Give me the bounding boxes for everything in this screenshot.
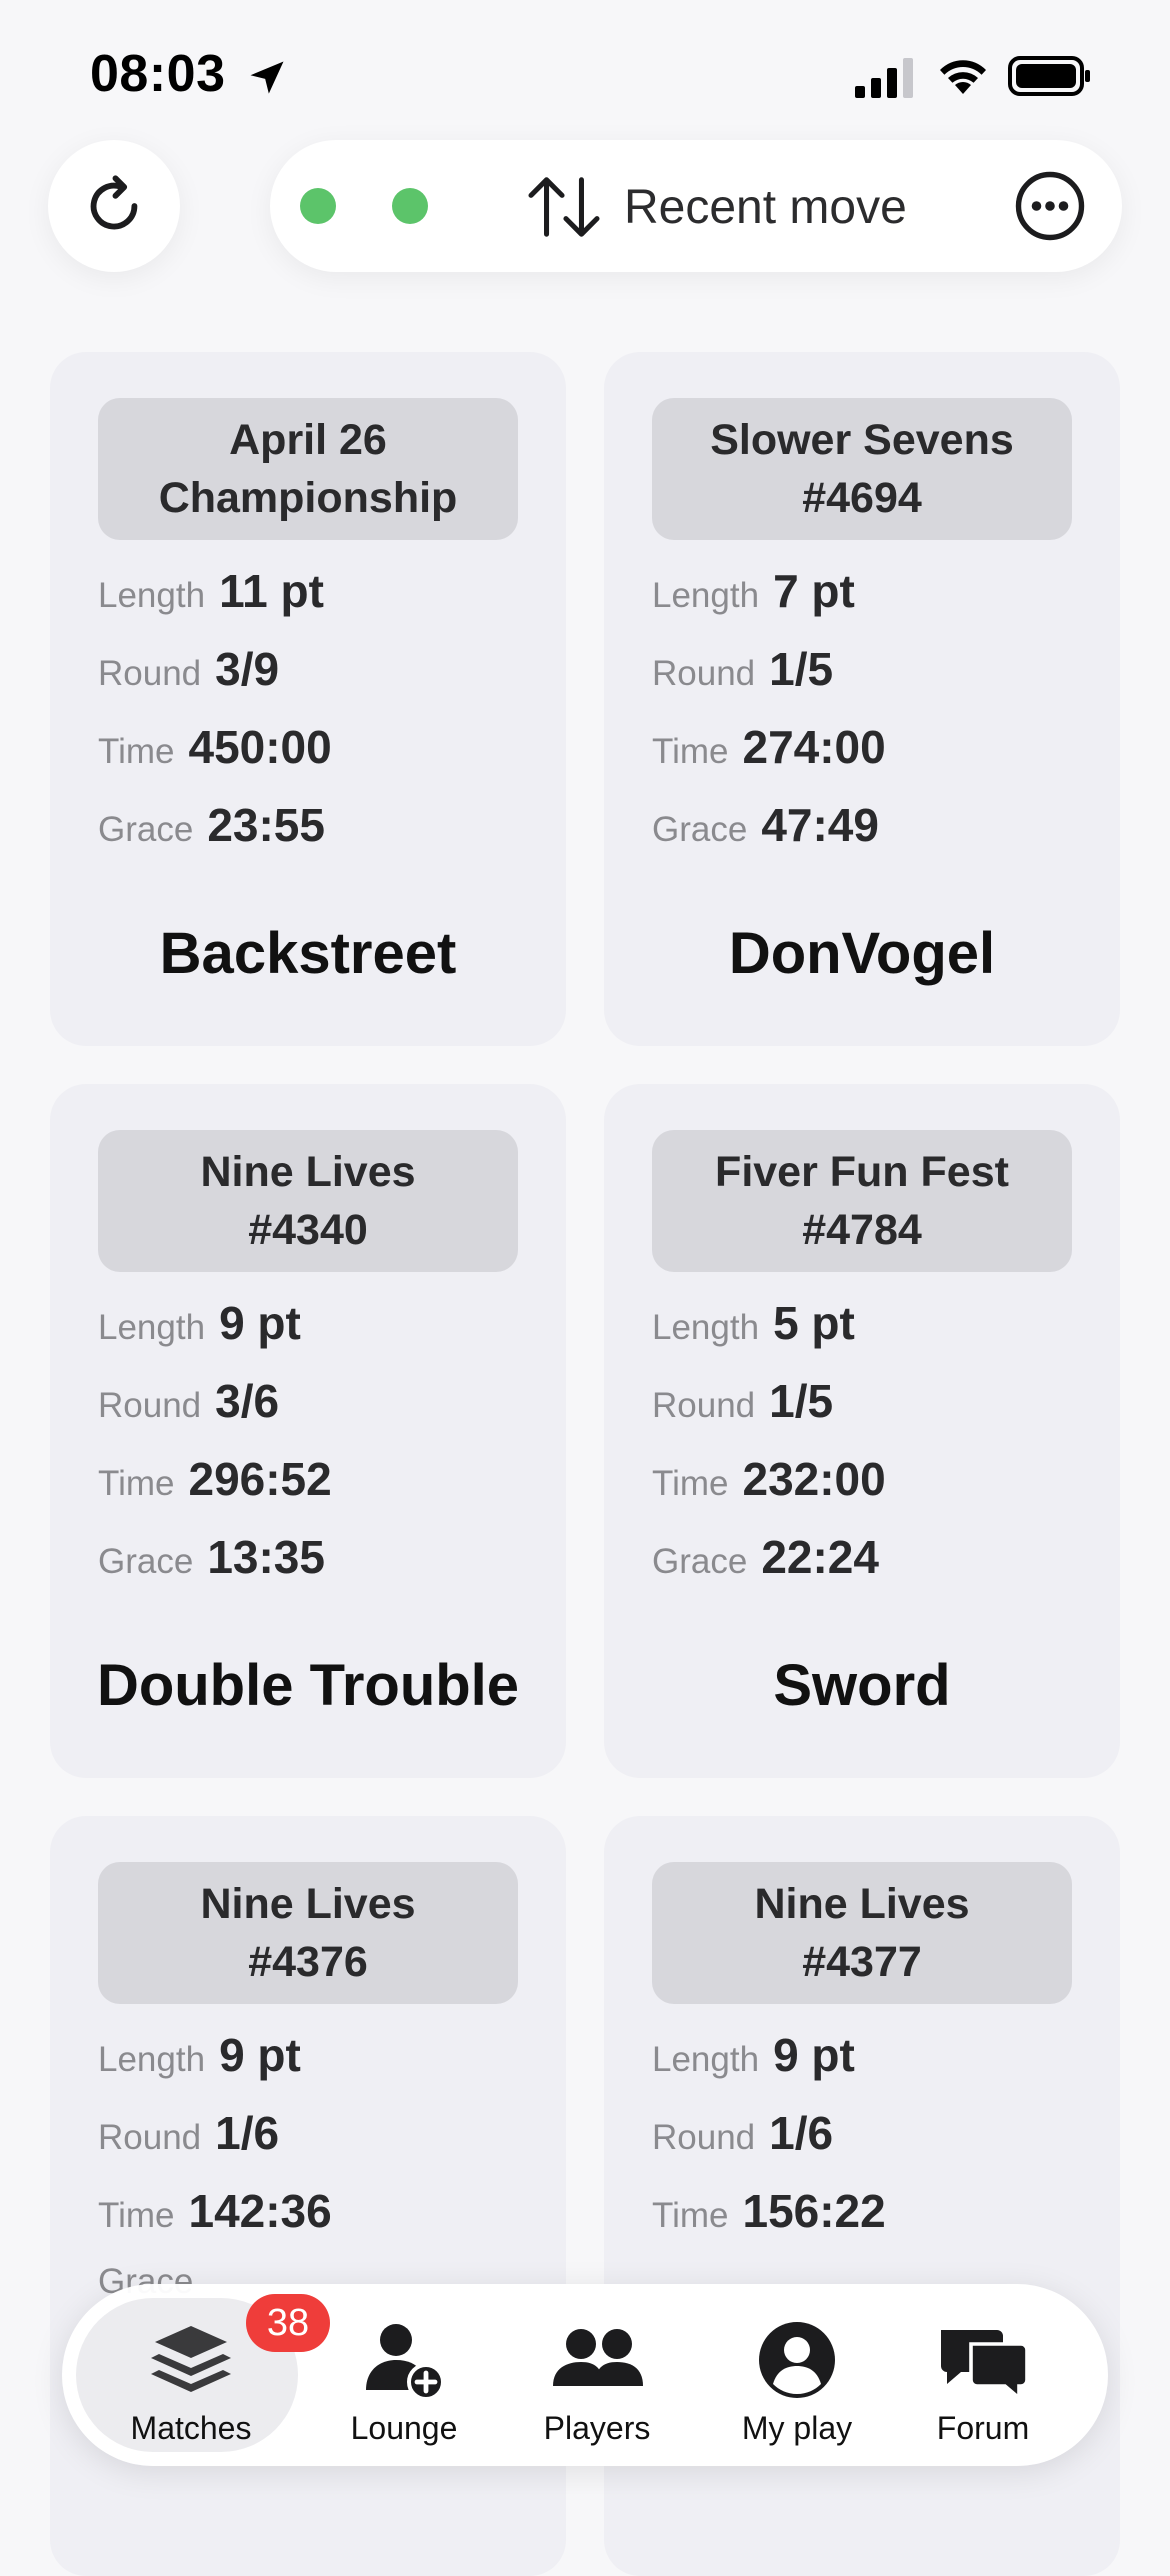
cellular-signal-icon [855,58,913,98]
tab-lounge[interactable]: Lounge [334,2284,474,2466]
refresh-button[interactable] [48,140,180,272]
match-round: Round 3/9 [98,643,280,695]
match-grace: Grace 47:49 [652,799,879,851]
tab-label: My play [741,2410,853,2446]
match-time: Time 142:36 [98,2185,332,2237]
match-round: Round 1/6 [98,2107,280,2159]
match-round: Round 1/6 [652,2107,834,2159]
wifi-icon [940,60,986,94]
match-length: Length 11 pt [98,565,324,617]
status-dot [300,188,336,224]
status-bar: 08:03 [0,0,1170,150]
match-length: Length 9 pt [98,2029,301,2081]
match-title: Fiver Fun Fest #4784 [652,1130,1072,1272]
match-time: Time 274:00 [652,721,886,773]
match-title: Slower Sevens #4694 [652,398,1072,540]
match-grace: Grace 23:55 [98,799,325,851]
tab-my-play[interactable]: My play [712,2284,882,2466]
tab-bar: Matches 38 Lounge Players My play Forum [62,2284,1108,2466]
location-arrow-icon [250,61,284,94]
match-card[interactable]: Slower Sevens #4694 Length 7 pt Round 1/5 … [604,352,1120,1046]
match-length: Length 5 pt [652,1297,855,1349]
tab-matches[interactable]: Matches 38 [96,2284,330,2466]
match-round: Round 1/5 [652,1375,834,1427]
match-title: Nine Lives #4376 [98,1862,518,2004]
match-grace: Grace 13:35 [98,1531,325,1583]
match-length: Length 9 pt [98,1297,301,1349]
unread-count-badge: 38 [246,2294,330,2352]
person-add-icon [366,2324,445,2401]
match-time: Time 450:00 [98,721,332,773]
status-dot [392,188,428,224]
match-card[interactable]: Nine Lives #4340 Length 9 pt Round 3/6 Tim… [50,1084,566,1778]
match-title: Nine Lives #4340 [98,1130,518,1272]
status-time: 08:03 [90,45,226,103]
match-card[interactable]: April 26 Championship Length 11 pt Round 3… [50,352,566,1046]
opponent-name: Backstreet [159,921,457,986]
refresh-icon [90,175,138,230]
tab-forum[interactable]: Forum [908,2284,1058,2466]
more-options-icon[interactable] [1014,170,1086,242]
match-title: April 26 Championship [98,398,518,540]
match-grace: Grace 22:24 [652,1531,879,1583]
stack-layers-icon [151,2326,231,2392]
match-time: Time 232:00 [652,1453,886,1505]
sort-button[interactable]: Recent move [624,180,907,235]
tab-label: Players [543,2410,651,2446]
people-icon [553,2329,643,2386]
toolbar: Recent move [270,140,1122,272]
sort-arrows-icon[interactable] [524,174,604,240]
chat-bubbles-icon [941,2330,1029,2402]
battery-icon [1008,56,1090,96]
opponent-name: DonVogel [728,921,996,986]
match-round: Round 3/6 [98,1375,280,1427]
tab-label: Forum [936,2410,1030,2446]
match-title: Nine Lives #4377 [652,1862,1072,2004]
tab-label: Lounge [350,2410,458,2446]
match-length: Length 7 pt [652,565,855,617]
tab-players[interactable]: Players [512,2284,682,2466]
opponent-name: Double Trouble [96,1653,520,1718]
match-time: Time 156:22 [652,2185,886,2237]
person-circle-icon [759,2322,835,2398]
opponent-name: Sword [773,1653,951,1718]
match-time: Time 296:52 [98,1453,332,1505]
match-card[interactable]: Fiver Fun Fest #4784 Length 5 pt Round 1/5… [604,1084,1120,1778]
match-length: Length 9 pt [652,2029,855,2081]
match-round: Round 1/5 [652,643,834,695]
tab-label: Matches [130,2410,252,2446]
